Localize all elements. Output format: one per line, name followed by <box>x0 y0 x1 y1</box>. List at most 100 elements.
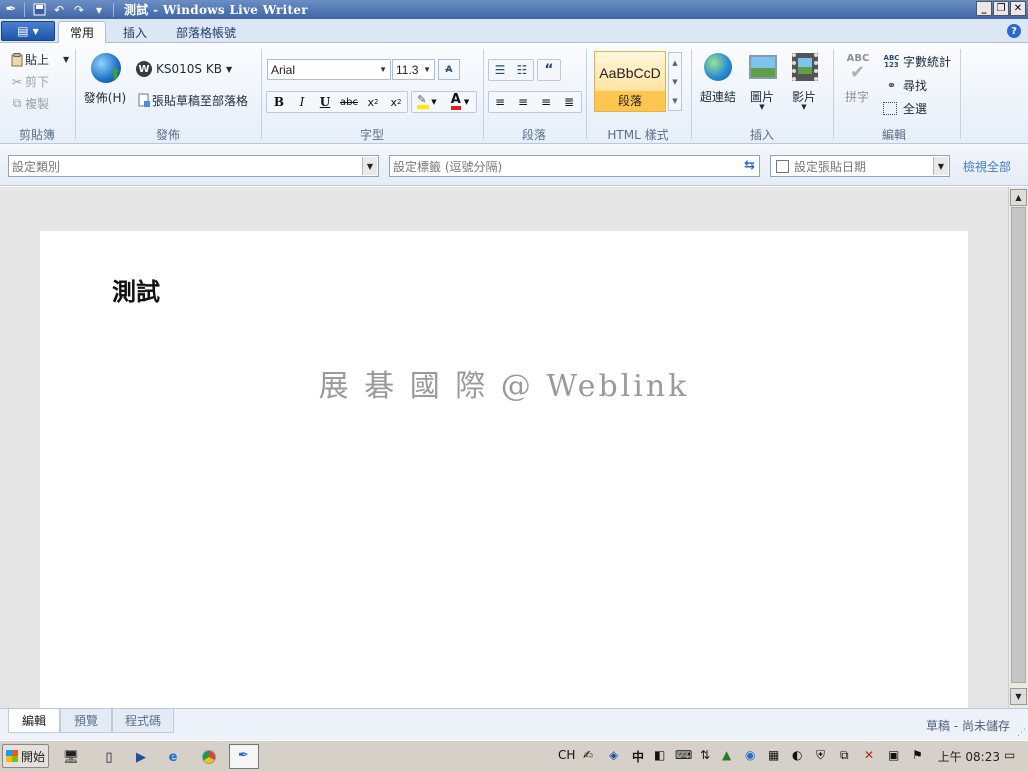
scroll-down-arrow[interactable]: ▼ <box>1010 688 1027 705</box>
tray-input-mode[interactable]: 中 <box>632 748 644 765</box>
tray-language[interactable]: CH <box>558 748 575 762</box>
resize-grip-icon[interactable]: ⋰ <box>1017 728 1026 738</box>
publish-button[interactable]: ⬆ 發佈(H) <box>82 51 128 113</box>
cut-button[interactable]: ✂ 剪下 <box>9 73 49 90</box>
clear-formatting-button[interactable]: A̶ <box>438 59 460 80</box>
internet-explorer-icon[interactable]: e <box>162 746 184 768</box>
align-left-button[interactable]: ≡ <box>489 92 511 112</box>
superscript-button[interactable]: x2 <box>385 92 407 112</box>
chevron-down-icon[interactable]: ▼ <box>379 65 387 74</box>
word-count-button[interactable]: ABC 123 字數統計 <box>883 53 951 70</box>
start-button[interactable]: 開始 <box>2 744 49 768</box>
bold-button[interactable]: B <box>268 92 290 112</box>
post-editor[interactable]: 測試 展 碁 國 際 @ Weblink <box>40 231 968 708</box>
paste-button[interactable]: 貼上 ▼ <box>9 51 69 68</box>
tab-blog-account[interactable]: 部落格帳號 <box>164 21 248 43</box>
cut-label: 剪下 <box>25 75 50 89</box>
align-center-button[interactable]: ≡ <box>512 92 534 112</box>
chevron-down-icon[interactable]: ▼ <box>63 55 69 64</box>
category-field[interactable]: 設定類別 ▼ <box>8 155 379 177</box>
tray-halfwidth-icon[interactable]: ◧ <box>654 748 665 762</box>
tray-app-icon[interactable]: ▲ <box>722 748 731 762</box>
tray-ime-icon[interactable]: ✍ <box>583 748 593 762</box>
chevron-down-icon[interactable]: ▼ <box>933 157 948 175</box>
refresh-tags-icon[interactable]: ⇆ <box>744 158 755 173</box>
bullet-list-button[interactable]: ☰ <box>489 60 511 80</box>
subscript-button[interactable]: x2 <box>362 92 384 112</box>
view-tab-preview[interactable]: 預覽 <box>60 709 112 733</box>
scroll-up-arrow[interactable]: ▲ <box>1010 189 1027 206</box>
chevron-down-icon[interactable]: ▼ <box>362 157 377 175</box>
tray-network-icon[interactable]: ⇅ <box>700 748 710 762</box>
tray-notification-icon[interactable]: ▭ <box>1004 748 1015 762</box>
picture-button[interactable]: 圖片 ▼ <box>746 51 778 117</box>
strikethrough-button[interactable]: abc <box>338 92 360 112</box>
video-film-icon <box>792 53 818 81</box>
tray-security-icon[interactable]: ⛨ <box>816 748 825 763</box>
post-title[interactable]: 測試 <box>112 272 160 307</box>
view-all-link[interactable]: 檢視全部 <box>963 158 1011 175</box>
tab-insert[interactable]: 插入 <box>112 21 158 43</box>
tray-volume-muted-icon[interactable]: ✕ <box>864 748 874 762</box>
post-body-text[interactable]: 展 碁 國 際 @ Weblink <box>40 361 968 405</box>
justify-button[interactable]: ≣ <box>558 92 580 112</box>
underline-button[interactable]: U <box>314 92 336 112</box>
publish-date-field[interactable]: 設定張貼日期 ▼ <box>770 155 950 177</box>
copy-button[interactable]: ⧉ 複製 <box>9 95 49 112</box>
tray-ime-mode-icon[interactable]: ◈ <box>609 748 618 762</box>
spelling-button[interactable]: ABC ✔ 拼字 <box>842 51 872 113</box>
font-name-combo[interactable]: Arial ▼ <box>267 59 391 80</box>
taskbar-writer-button[interactable]: ✒ <box>229 744 259 769</box>
qat-customize-icon[interactable]: ▾ <box>89 2 109 18</box>
editor-scrollbar[interactable]: ▲ ▼ <box>1008 187 1028 708</box>
style-gallery-scroll[interactable]: ▲ ▼ ▼ <box>668 52 682 111</box>
post-draft-button[interactable]: 張貼草稿至部落格 <box>136 92 248 109</box>
blog-selector[interactable]: W KS010S KB ▼ <box>136 61 232 77</box>
italic-button[interactable]: I <box>291 92 313 112</box>
word-count-icon: ABC 123 <box>883 53 900 69</box>
tray-flag-icon[interactable]: ⚑ <box>912 748 923 762</box>
view-tab-edit[interactable]: 編輯 <box>8 709 60 733</box>
explorer-icon[interactable]: ▯ <box>98 746 120 768</box>
font-size-combo[interactable]: 11.3 ▼ <box>392 59 435 80</box>
tray-teamviewer-icon[interactable]: ◉ <box>745 748 755 762</box>
chevron-down-icon[interactable]: ▼ <box>672 78 677 86</box>
video-button[interactable]: 影片 ▼ <box>788 51 820 117</box>
undo-icon[interactable]: ↶ <box>49 2 69 18</box>
tray-monitor-icon[interactable]: ▣ <box>888 748 899 762</box>
date-checkbox[interactable] <box>776 159 789 173</box>
gallery-expand-icon[interactable]: ▼ <box>672 97 677 105</box>
scroll-thumb[interactable] <box>1011 207 1026 683</box>
redo-icon[interactable]: ↷ <box>69 2 89 18</box>
tray-keyboard-icon[interactable]: ⌨ <box>675 748 692 762</box>
tray-display-icon[interactable]: ⧉ <box>840 748 849 763</box>
save-icon[interactable] <box>29 2 49 18</box>
chrome-icon[interactable] <box>198 746 220 768</box>
restore-button[interactable]: ❐ <box>993 1 1009 16</box>
font-color-button[interactable]: A ▼ <box>444 92 476 112</box>
tab-home[interactable]: 常用 <box>58 21 106 43</box>
style-gallery-item[interactable]: AaBbCcD 段落 <box>594 51 666 112</box>
show-desktop-icon[interactable]: 🖥 <box>60 746 82 768</box>
os-taskbar: 開始 🖥 ▯ ▶ e ✒ CH ✍ ◈ 中 ◧ ⌨ ⇅ ▲ ◉ ▦ ◐ ⛨ ⧉ … <box>0 740 1028 772</box>
app-menu-button[interactable]: ▤ ▼ <box>1 21 55 41</box>
close-button[interactable]: ✕ <box>1010 1 1026 16</box>
tray-hfs-icon[interactable]: ▦ <box>768 748 779 762</box>
find-button[interactable]: ⚭ 尋找 <box>883 77 927 94</box>
align-right-button[interactable]: ≡ <box>535 92 557 112</box>
tray-clock[interactable]: 上午 08:23 <box>938 748 1000 765</box>
select-all-button[interactable]: 全選 <box>883 100 927 117</box>
tray-media-icon[interactable]: ◐ <box>792 748 802 762</box>
highlight-button[interactable]: ✎ ▼ <box>412 92 442 112</box>
chevron-up-icon[interactable]: ▲ <box>672 59 677 67</box>
powershell-icon[interactable]: ▶ <box>130 746 152 768</box>
writer-app-icon[interactable]: ✒ <box>2 1 20 19</box>
tags-field[interactable]: 設定標籤 (逗號分隔) ⇆ <box>389 155 760 177</box>
blockquote-button[interactable]: “ <box>538 60 560 80</box>
minimize-button[interactable]: _ <box>976 1 992 16</box>
help-icon[interactable]: ? <box>1007 24 1021 38</box>
chevron-down-icon[interactable]: ▼ <box>423 65 431 74</box>
numbered-list-button[interactable]: ☷ <box>511 60 533 80</box>
view-tab-source[interactable]: 程式碼 <box>112 709 174 733</box>
hyperlink-button[interactable]: 超連結 <box>698 51 738 113</box>
